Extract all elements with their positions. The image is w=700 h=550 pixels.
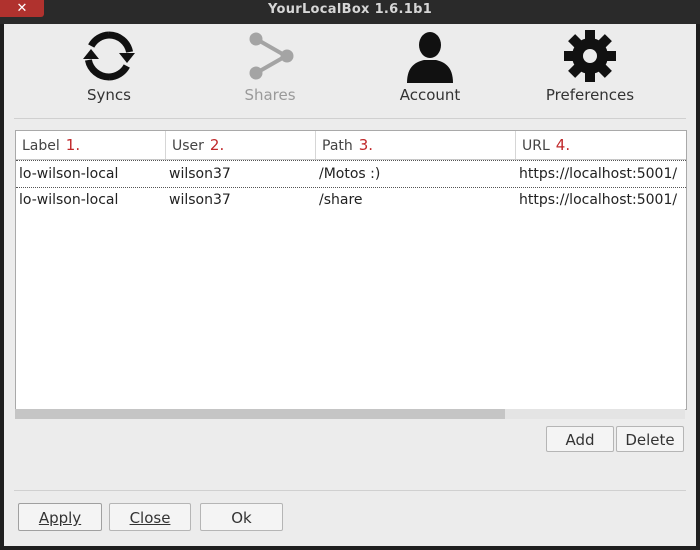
- toolbar: Syncs Shares Account Preferences: [4, 24, 696, 114]
- add-button[interactable]: Add: [546, 426, 614, 452]
- column-number-3: 3.: [358, 136, 374, 154]
- column-header-url-text: URL: [522, 138, 550, 154]
- cell-url: https://localhost:5001/: [519, 192, 678, 208]
- table-row[interactable]: lo-wilson-local wilson37 /Motos :) https…: [16, 160, 686, 188]
- column-header-label[interactable]: Label 1.: [16, 131, 166, 159]
- close-button[interactable]: Close: [109, 503, 191, 531]
- column-number-1: 1.: [65, 136, 81, 154]
- apply-button[interactable]: Apply: [18, 503, 102, 531]
- column-header-path-text: Path: [322, 138, 353, 154]
- cell-user: wilson37: [169, 192, 231, 208]
- close-button-label: Close: [129, 509, 171, 527]
- cell-user: wilson37: [169, 166, 231, 182]
- footer-divider: [14, 490, 686, 491]
- table-header: Label 1. User 2. Path 3. URL 4.: [16, 131, 686, 160]
- window-title: YourLocalBox 1.6.1b1: [267, 2, 433, 17]
- toolbar-shares[interactable]: Shares: [210, 28, 330, 112]
- column-header-label-text: Label: [22, 138, 60, 154]
- cell-path: /Motos :): [319, 166, 381, 182]
- horizontal-scrollbar[interactable]: [15, 409, 685, 419]
- column-header-user-text: User: [172, 138, 204, 154]
- share-icon: [249, 32, 294, 80]
- cell-url: https://localhost:5001/: [519, 166, 678, 182]
- gear-icon: [564, 30, 616, 82]
- toolbar-preferences[interactable]: Preferences: [530, 28, 650, 112]
- column-number-2: 2.: [209, 136, 225, 154]
- toolbar-preferences-label: Preferences: [545, 86, 635, 104]
- ok-button[interactable]: Ok: [200, 503, 283, 531]
- sync-icon: [83, 31, 135, 81]
- column-header-path[interactable]: Path 3.: [316, 131, 516, 159]
- syncs-table: Label 1. User 2. Path 3. URL 4. lo-wilson-lo…: [15, 130, 687, 410]
- user-icon: [407, 32, 453, 83]
- toolbar-shares-label: Shares: [244, 86, 296, 104]
- toolbar-account[interactable]: Account: [370, 28, 490, 112]
- column-number-4: 4.: [555, 136, 571, 154]
- column-header-user[interactable]: User 2.: [166, 131, 316, 159]
- main-window: ✕ YourLocalBox 1.6.1b1 Syncs Shares Acco…: [0, 0, 700, 550]
- toolbar-divider: [14, 118, 686, 119]
- toolbar-syncs[interactable]: Syncs: [49, 28, 169, 112]
- column-header-url[interactable]: URL 4.: [516, 131, 686, 159]
- delete-button[interactable]: Delete: [616, 426, 684, 452]
- cell-path: /share: [319, 192, 363, 208]
- scrollbar-thumb[interactable]: [15, 409, 505, 419]
- dialog-content: Syncs Shares Account Preferences Label 1…: [4, 24, 696, 546]
- table-row[interactable]: lo-wilson-local wilson37 /share https://…: [16, 187, 686, 213]
- toolbar-syncs-label: Syncs: [87, 86, 131, 104]
- title-bar: ✕ YourLocalBox 1.6.1b1: [0, 0, 700, 24]
- apply-button-label: Apply: [38, 509, 82, 527]
- cell-label: lo-wilson-local: [19, 166, 119, 182]
- cell-label: lo-wilson-local: [19, 192, 119, 208]
- toolbar-account-label: Account: [399, 86, 461, 104]
